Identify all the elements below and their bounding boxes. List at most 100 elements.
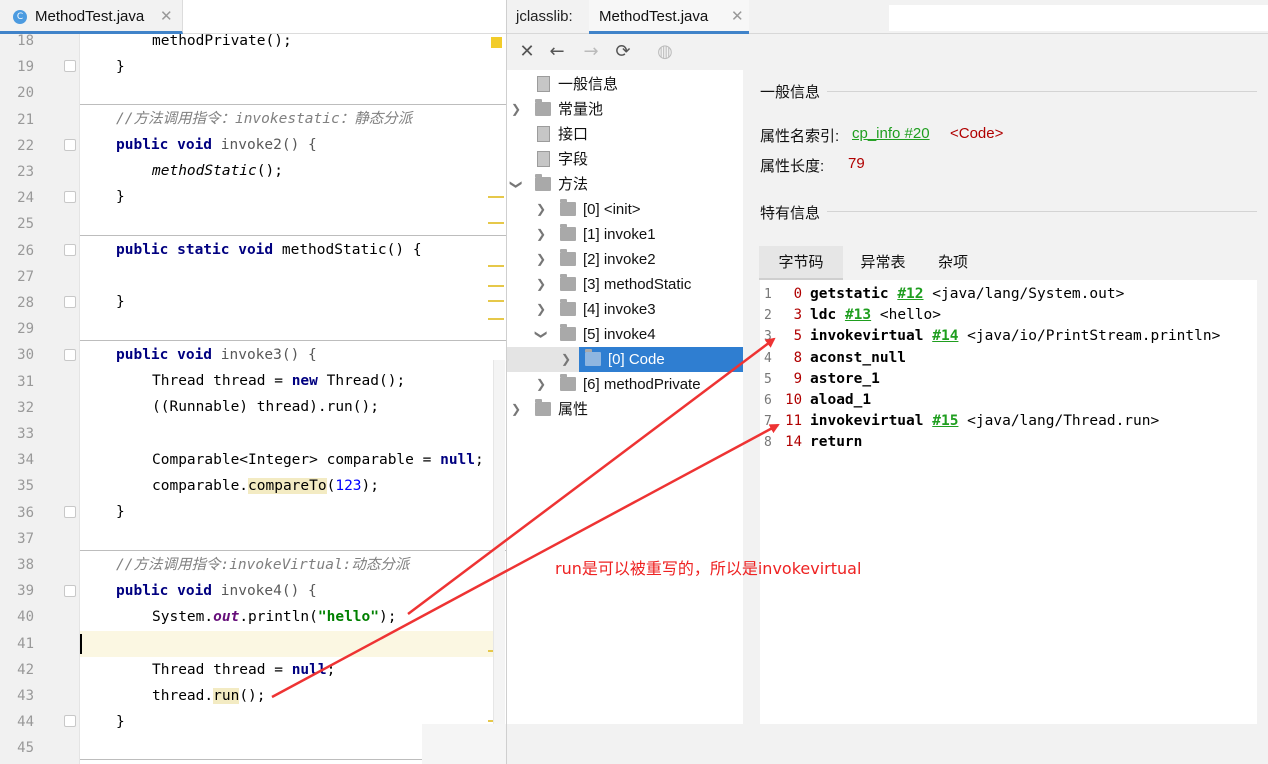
code-line-36: }	[80, 499, 494, 525]
chevron-right-icon[interactable]: ❯	[510, 397, 522, 422]
fold-marker-icon[interactable]	[64, 244, 76, 256]
code-text: Thread thread =	[152, 373, 292, 389]
bytecode-offset: 11	[785, 413, 802, 430]
chevron-right-icon[interactable]: ❯	[535, 247, 547, 272]
fold-marker-icon[interactable]	[64, 585, 76, 597]
fold-marker-icon[interactable]	[64, 715, 76, 727]
fold-marker-icon[interactable]	[64, 139, 76, 151]
tab-exception-table[interactable]: 异常表	[843, 246, 923, 280]
jclasslib-tab-bar: jclasslib: MethodTest.java ✕	[507, 0, 1268, 34]
close-icon[interactable]: ✕	[515, 40, 539, 64]
code-text: methodStatic() {	[273, 242, 422, 258]
bytecode-offset: 3	[793, 307, 802, 324]
tree-node-code-selected[interactable]: [0] Code	[579, 347, 743, 372]
tree-node-method-3[interactable]: ❯ [3] methodStatic	[507, 272, 743, 297]
code-text: invoke4() {	[212, 583, 317, 599]
bytecode-row[interactable]: 6 10 aload_1	[760, 390, 1257, 411]
refresh-icon[interactable]: ⟳	[611, 40, 635, 64]
bytecode-row[interactable]: 3 5 invokevirtual #14 <java/io/PrintStream…	[760, 326, 1257, 347]
tree-node-fields[interactable]: 字段	[507, 147, 743, 172]
fold-marker-icon[interactable]	[64, 506, 76, 518]
fold-marker-icon[interactable]	[64, 296, 76, 308]
method-separator	[80, 550, 506, 551]
bytecode-row[interactable]: 7 11 invokevirtual #15 <java/lang/Thread.r…	[760, 411, 1257, 432]
fold-marker-icon[interactable]	[64, 349, 76, 361]
line-number: 27	[17, 268, 34, 285]
tree-node-method-2[interactable]: ❯ [2] invoke2	[507, 247, 743, 272]
warning-marker[interactable]	[488, 196, 504, 198]
close-icon[interactable]: ✕	[731, 7, 744, 25]
section-divider	[827, 211, 1257, 212]
constant-pool-ref-link[interactable]: #12	[897, 286, 923, 302]
tree-node-method-4[interactable]: ❯ [4] invoke3	[507, 297, 743, 322]
line-number: 38	[17, 557, 34, 573]
back-arrow-icon[interactable]: ←	[545, 40, 569, 64]
bytecode-row[interactable]: 5 9 astore_1	[760, 369, 1257, 390]
tree-node-methods[interactable]: ❯ 方法	[507, 172, 743, 197]
fold-marker-icon[interactable]	[64, 191, 76, 203]
line-number: 43	[17, 688, 34, 704]
chevron-right-icon[interactable]: ❯	[535, 372, 547, 397]
tree-node-general[interactable]: 一般信息	[507, 72, 743, 97]
code-line-28: }	[80, 289, 494, 315]
warning-marker[interactable]	[488, 285, 504, 287]
chevron-right-icon[interactable]: ❯	[535, 297, 547, 322]
line-number: 36	[17, 504, 34, 521]
opcode: invokevirtual	[810, 328, 924, 345]
tree-node-method-5[interactable]: ❯ [5] invoke4	[507, 322, 743, 347]
tree-node-interfaces[interactable]: 接口	[507, 122, 743, 147]
tree-node-attributes[interactable]: ❯ 属性	[507, 397, 743, 422]
comment-text: //方法调用指令：invokestatic：静态分派	[116, 111, 413, 127]
editor-scrollbar[interactable]	[493, 360, 505, 764]
chevron-right-icon[interactable]: ❯	[535, 222, 547, 247]
chevron-right-icon[interactable]: ❯	[510, 97, 522, 122]
jclasslib-tab-methodtest[interactable]: MethodTest.java ✕	[589, 0, 749, 34]
chevron-down-icon[interactable]: ❯	[529, 329, 554, 341]
constant-pool-ref-link[interactable]: #15	[932, 413, 958, 429]
line-number: 45	[17, 740, 34, 757]
class-structure-tree[interactable]: 一般信息 ❯ 常量池 接口 字段 ❯ 方法 ❯ [0] <init> ❯ [1]…	[507, 70, 743, 724]
code-editor[interactable]: C MethodTest.java ✕ 18 19 20 21 22 23 24 25 26 27…	[0, 0, 506, 764]
chevron-right-icon[interactable]: ❯	[560, 347, 572, 372]
warning-marker[interactable]	[488, 265, 504, 267]
code-text: thread.	[152, 688, 214, 704]
tree-node-method-0[interactable]: ❯ [0] <init>	[507, 197, 743, 222]
web-globe-icon[interactable]: ◍	[653, 40, 677, 64]
bytecode-row[interactable]: 4 8 aconst_null	[760, 348, 1257, 369]
constant-pool-ref-link[interactable]: #13	[845, 307, 871, 323]
tab-bytecode[interactable]: 字节码	[759, 246, 843, 280]
constant-pool-ref-link[interactable]: #14	[932, 328, 958, 344]
tree-node-method-6[interactable]: ❯ [6] methodPrivate	[507, 372, 743, 397]
bytecode-instruction: return	[810, 432, 862, 453]
folder-icon	[535, 99, 551, 116]
fold-marker-icon[interactable]	[64, 60, 76, 72]
warning-marker[interactable]	[488, 318, 504, 320]
warning-marker[interactable]	[488, 300, 504, 302]
inspection-status-icon[interactable]	[491, 37, 502, 48]
warning-marker[interactable]	[488, 222, 504, 224]
tree-label: [0] Code	[608, 351, 665, 368]
line-number: 33	[17, 426, 34, 442]
detail-scrollbar[interactable]	[1263, 70, 1268, 764]
chevron-down-icon[interactable]: ❯	[504, 179, 529, 191]
code-text: }	[116, 294, 125, 310]
bytecode-instruction: getstatic #12 <java/lang/System.out>	[810, 284, 1124, 305]
tree-node-code-row[interactable]: ❯ [0] Code	[507, 347, 743, 372]
close-icon[interactable]: ✕	[160, 7, 173, 25]
tab-misc[interactable]: 杂项	[923, 246, 983, 280]
bytecode-row[interactable]: 2 3 ldc #13 <hello>	[760, 305, 1257, 326]
chevron-right-icon[interactable]: ❯	[535, 197, 547, 222]
tree-node-constant-pool[interactable]: ❯ 常量池	[507, 97, 743, 122]
chevron-right-icon[interactable]: ❯	[535, 272, 547, 297]
bytecode-row[interactable]: 1 0 getstatic #12 <java/lang/System.out>	[760, 284, 1257, 305]
tree-node-method-1[interactable]: ❯ [1] invoke1	[507, 222, 743, 247]
line-number: 24	[17, 190, 34, 207]
code-line-31: Thread thread = new Thread();	[80, 368, 494, 394]
method-separator	[80, 340, 506, 341]
bytecode-listing[interactable]: 1 0 getstatic #12 <java/lang/System.out> 2 3…	[760, 280, 1257, 724]
forward-arrow-icon[interactable]: →	[579, 40, 603, 64]
keyword: public void	[116, 347, 213, 363]
bytecode-row[interactable]: 8 14 return	[760, 432, 1257, 453]
highlighted-method: run	[213, 688, 240, 704]
cp-info-link[interactable]: cp_info #20	[852, 125, 930, 142]
